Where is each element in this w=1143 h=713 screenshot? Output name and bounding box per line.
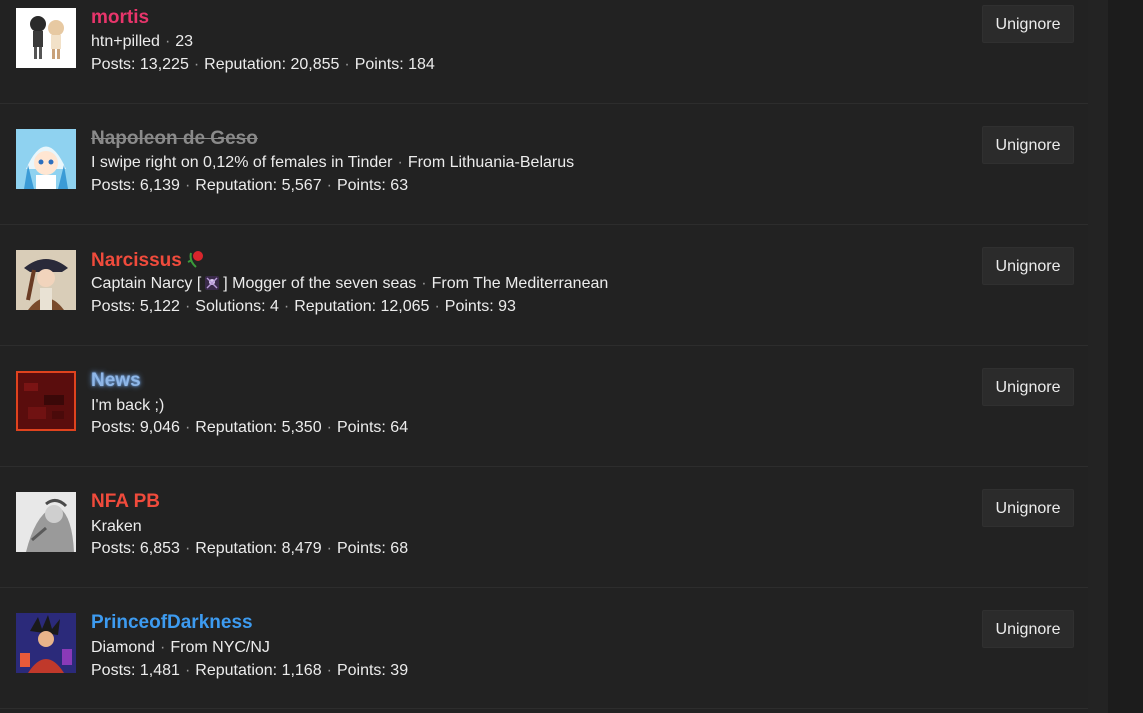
member-row: News I'm back ;) Posts: 9,046 · Reputation… xyxy=(0,346,1088,467)
member-row: Napoleon de Geso I swipe right on 0,12% … xyxy=(0,104,1088,225)
right-sidebar xyxy=(1108,0,1143,713)
member-stats: Posts: 1,481 · Reputation: 1,168 · Points: 3… xyxy=(91,662,409,679)
member-name[interactable]: mortis xyxy=(91,7,149,29)
member-stats: Posts: 5,122 · Solutions: 4 · Reputation: 12… xyxy=(91,298,516,315)
ignored-members-list: mortis htn+pilled · 23 Posts: 13,225 · Reput… xyxy=(0,0,1088,713)
member-name[interactable]: Narcissus xyxy=(91,249,205,272)
member-stats: Posts: 13,225 · Reputation: 20,855 · Points:… xyxy=(91,56,435,73)
content-gutter xyxy=(1088,0,1108,713)
member-name[interactable]: Napoleon de Geso xyxy=(91,128,258,150)
member-title: htn+pilled · 23 xyxy=(91,33,194,50)
unignore-button[interactable]: Unignore xyxy=(982,126,1074,164)
member-title: I swipe right on 0,12% of females in Tin… xyxy=(91,154,575,171)
grayscale-sketch-avatar[interactable] xyxy=(16,492,76,552)
member-row: mortis htn+pilled · 23 Posts: 13,225 · Reput… xyxy=(0,0,1088,104)
ignored-users-page: mortis htn+pilled · 23 Posts: 13,225 · Reput… xyxy=(0,0,1143,713)
member-row: Narcissus Captain Narcy [] Mogger of the… xyxy=(0,225,1088,346)
member-row: NFA PB Kraken Posts: 6,853 · Reputation: 8… xyxy=(0,467,1088,588)
pirate-captain-avatar[interactable] xyxy=(16,250,76,310)
member-name[interactable]: News xyxy=(91,370,141,392)
unignore-button[interactable]: Unignore xyxy=(982,368,1074,406)
unignore-button[interactable]: Unignore xyxy=(982,610,1074,648)
fighter-character-avatar[interactable] xyxy=(16,613,76,673)
member-stats: Posts: 6,139 · Reputation: 5,567 · Points: 6… xyxy=(91,177,409,194)
unignore-button[interactable]: Unignore xyxy=(982,489,1074,527)
member-stats: Posts: 6,853 · Reputation: 8,479 · Points: 6… xyxy=(91,540,409,557)
member-title: I'm back ;) xyxy=(91,397,165,414)
unignore-button[interactable]: Unignore xyxy=(982,5,1074,43)
member-title: Kraken xyxy=(91,518,142,535)
member-stats: Posts: 9,046 · Reputation: 5,350 · Points: 6… xyxy=(91,419,409,436)
unignore-button[interactable]: Unignore xyxy=(982,247,1074,285)
red-noise-avatar[interactable] xyxy=(16,371,76,431)
wilted-rose-icon xyxy=(187,251,204,268)
skull-crossbones-icon xyxy=(205,276,220,290)
member-title: Diamond · From NYC/NJ xyxy=(91,639,270,656)
member-title: Captain Narcy [] Mogger of the seven sea… xyxy=(91,275,609,292)
member-row: PrinceofDarkness Diamond · From NYC/NJ Pos… xyxy=(0,588,1088,709)
member-name[interactable]: NFA PB xyxy=(91,491,160,513)
anime-couple-avatar[interactable] xyxy=(16,8,76,68)
member-name[interactable]: PrinceofDarkness xyxy=(91,612,253,634)
squid-girl-avatar[interactable] xyxy=(16,129,76,189)
